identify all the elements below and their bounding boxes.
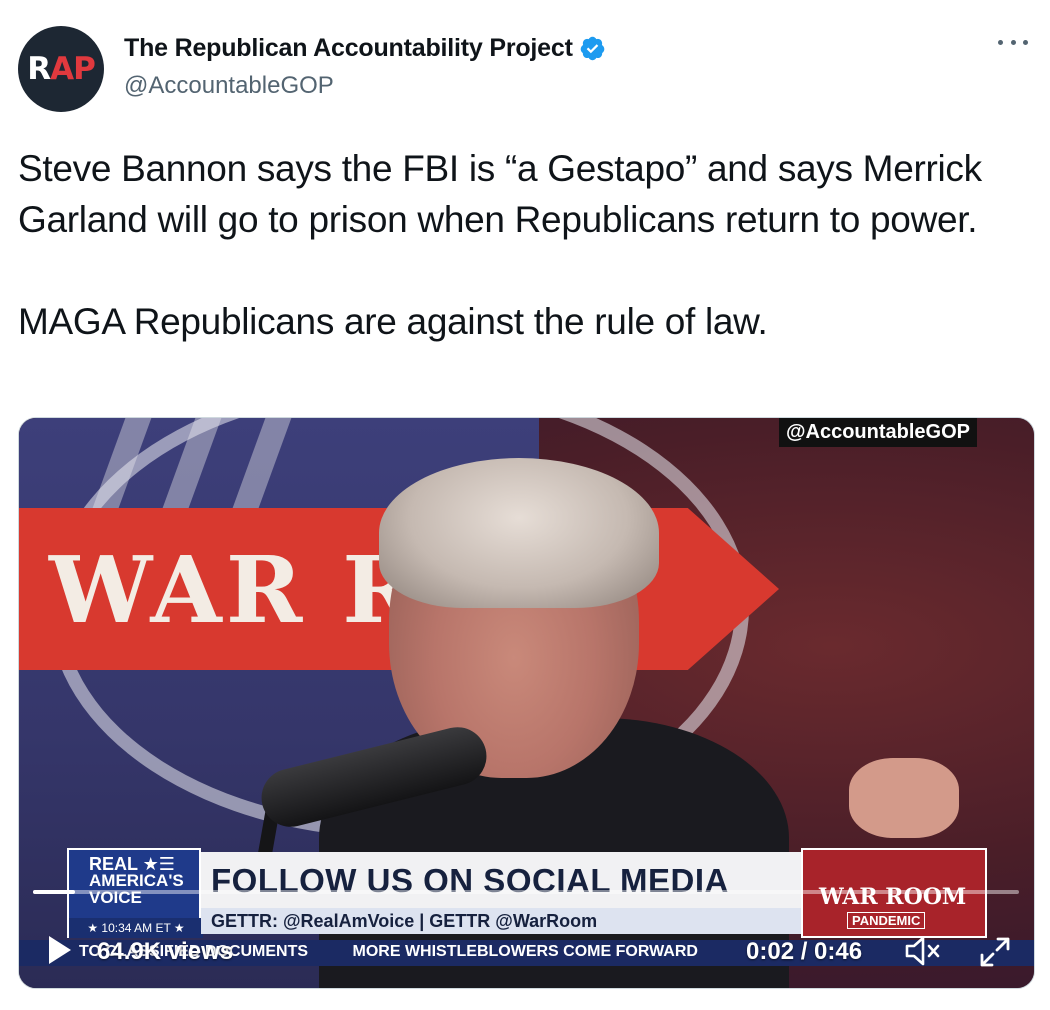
lower-third-headline: FOLLOW US ON SOCIAL MEDIA (211, 862, 729, 899)
badge-subtitle: PANDEMIC (847, 912, 926, 929)
avatar-letters-ap: AP (50, 51, 96, 87)
avatar-letter-r: R (27, 51, 51, 87)
lower-third-headline-bar: FOLLOW US ON SOCIAL MEDIA (201, 852, 801, 908)
author-handle[interactable]: @AccountableGOP (124, 72, 334, 100)
view-count: 64.9K views (97, 938, 234, 965)
video-watermark: @AccountableGOP (779, 418, 977, 447)
video-progress-fill (33, 890, 76, 894)
speaker-hand (849, 758, 959, 838)
video-controls: 64.9K views 0:02 / 0:46 (19, 928, 1034, 970)
badge-title: WAR ROOM (819, 884, 967, 910)
more-dot (1010, 39, 1016, 45)
author-display-name[interactable]: The Republican Accountability Project (124, 34, 573, 63)
more-horizontal-icon[interactable] (996, 30, 1030, 54)
speaker-hair (379, 458, 659, 608)
video-time: 0:02 / 0:46 (746, 938, 863, 965)
more-dot (1023, 39, 1028, 45)
tweet-paragraph: MAGA Republicans are against the rule of… (18, 301, 768, 342)
video-progress-bar[interactable] (33, 890, 1019, 894)
more-dot (998, 39, 1003, 45)
expand-icon[interactable] (977, 934, 1013, 970)
avatar-logo: RAP (27, 51, 96, 87)
play-icon[interactable] (49, 936, 71, 964)
volume-muted-icon[interactable] (903, 934, 943, 968)
verified-badge-icon (580, 36, 605, 61)
tweet-text: Steve Bannon says the FBI is “a Gestapo”… (18, 143, 1018, 347)
avatar[interactable]: RAP (18, 26, 104, 112)
video-player[interactable]: WAR R M @AccountableGOP REAL ★☰ AMERICA'… (18, 417, 1035, 989)
tweet-paragraph: Steve Bannon says the FBI is “a Gestapo”… (18, 148, 982, 240)
author-name-row: The Republican Accountability Project (124, 34, 606, 63)
